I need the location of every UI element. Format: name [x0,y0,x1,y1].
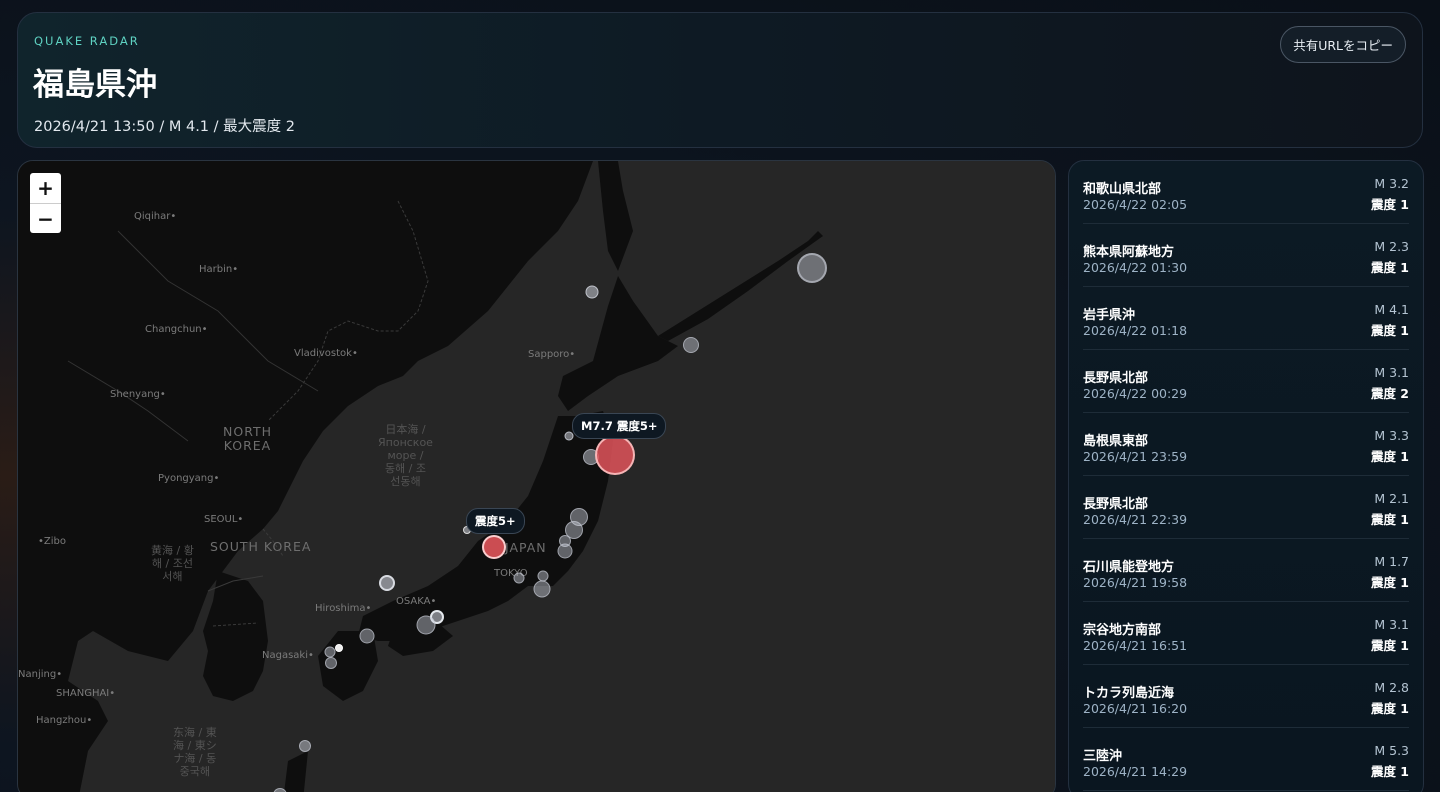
map-label-north-korea: NORTH KOREA [223,424,273,453]
quake-marker[interactable] [416,615,436,635]
map-label-nagasaki: Nagasaki• [262,650,314,661]
quake-marker-highlight[interactable] [482,535,506,559]
quake-magnitude: M 2.1 [1374,491,1409,506]
list-item[interactable]: 熊本県阿蘇地方 2026/4/22 01:30 M 2.3 震度 1 [1083,224,1409,287]
quake-magnitude: M 2.3 [1374,239,1409,254]
quake-marker[interactable] [564,431,574,441]
quake-magnitude: M 3.1 [1374,365,1409,380]
quake-time: 2026/4/21 19:58 [1083,575,1188,590]
map-label-shenyang: Shenyang• [110,389,166,400]
map-label-hiroshima: Hiroshima• [315,603,372,614]
page-title: 福島県沖 [33,67,157,103]
map-label-pyongyang: Pyongyang• [158,473,220,484]
quake-magnitude: M 3.1 [1374,617,1409,632]
quake-place: 石川県能登地方 [1083,560,1175,575]
map-label-seoul: SEOUL• [204,514,244,525]
map-label-sapporo: Sapporo• [528,349,576,360]
map-label-hangzhou: Hangzhou• [36,715,93,726]
quake-intensity: 震度 1 [1370,197,1409,212]
quake-marker[interactable] [359,628,375,644]
quake-tooltip-major: M7.7 震度5+ [572,413,667,439]
quake-place: 三陸沖 [1083,749,1123,764]
quake-intensity: 震度 2 [1370,386,1409,401]
quake-time: 2026/4/21 23:59 [1083,449,1188,464]
quake-place: 島根県東部 [1083,434,1149,449]
quake-time: 2026/4/21 16:20 [1083,701,1188,716]
quake-summary: 2026/4/21 13:50 / M 4.1 / 最大震度 2 [34,119,295,135]
quake-intensity: 震度 1 [1370,701,1409,716]
list-item[interactable]: 島根県東部 2026/4/21 23:59 M 3.3 震度 1 [1083,413,1409,476]
quake-place: 長野県北部 [1083,371,1149,386]
quake-intensity: 震度 1 [1370,512,1409,527]
quake-time: 2026/4/21 16:51 [1083,638,1188,653]
quake-intensity: 震度 1 [1370,638,1409,653]
quake-marker[interactable] [797,253,827,283]
quake-place: 長野県北部 [1083,497,1149,512]
map-label-harbin: Harbin• [199,264,239,275]
map-label-qiqihar: Qiqihar• [134,211,177,222]
quake-marker[interactable] [324,646,336,658]
quake-time: 2026/4/22 00:29 [1083,386,1188,401]
map-label-yellow-sea: 黄海 / 황 해 / 조선 서해 [151,544,194,583]
quake-place: トカラ列島近海 [1083,686,1175,701]
quake-time: 2026/4/21 22:39 [1083,512,1188,527]
map-label-changchun: Changchun• [145,324,208,335]
quake-place: 熊本県阿蘇地方 [1083,245,1175,260]
zoom-control: + − [30,173,61,233]
list-item[interactable]: 長野県北部 2026/4/22 00:29 M 3.1 震度 2 [1083,350,1409,413]
quake-marker[interactable] [379,575,395,591]
list-item[interactable]: 長野県北部 2026/4/21 22:39 M 2.1 震度 1 [1083,476,1409,539]
quake-intensity: 震度 1 [1370,764,1409,779]
quake-time: 2026/4/22 02:05 [1083,197,1188,212]
quake-marker-highlight[interactable] [595,435,635,475]
quake-magnitude: M 4.1 [1374,302,1409,317]
map-label-nanjing: Nanjing• [18,669,63,680]
header: QUAKE RADAR 福島県沖 2026/4/21 13:50 / M 4.1… [17,12,1423,148]
map-label-osaka: OSAKA• [396,596,437,607]
brand-label: QUAKE RADAR [34,34,140,48]
quake-magnitude: M 2.8 [1374,680,1409,695]
quake-place: 岩手県沖 [1083,308,1136,323]
quake-tooltip-central: 震度5+ [466,508,525,534]
quake-time: 2026/4/22 01:30 [1083,260,1188,275]
zoom-out-button[interactable]: − [30,203,61,233]
list-item[interactable]: 宗谷地方南部 2026/4/21 16:51 M 3.1 震度 1 [1083,602,1409,665]
quake-place: 宗谷地方南部 [1083,623,1162,638]
quake-marker[interactable] [325,657,337,669]
map-label-shanghai: SHANGHAI• [56,688,116,699]
map-label-south-korea: SOUTH KOREA [210,539,312,554]
list-item[interactable]: 岩手県沖 2026/4/22 01:18 M 4.1 震度 1 [1083,287,1409,350]
quake-magnitude: M 3.2 [1374,176,1409,191]
quake-marker[interactable] [513,572,525,584]
list-item[interactable]: 石川県能登地方 2026/4/21 19:58 M 1.7 震度 1 [1083,539,1409,602]
quake-marker[interactable] [683,337,699,353]
quake-intensity: 震度 1 [1370,260,1409,275]
map-label-japan: JAPAN [505,540,547,555]
map-label-vladivostok: Vladivostok• [294,348,358,359]
quake-magnitude: M 3.3 [1374,428,1409,443]
map-label-zibo: •Zibo [38,536,66,547]
list-item[interactable]: トカラ列島近海 2026/4/21 16:20 M 2.8 震度 1 [1083,665,1409,728]
quake-marker[interactable] [557,543,573,559]
map-label-east-china-sea: 东海 / 東 海 / 東シ ナ海 / 동 중국해 [173,726,217,778]
quake-intensity: 震度 1 [1370,323,1409,338]
quake-marker[interactable] [533,580,551,598]
quake-map[interactable]: + − Qiqihar• Harbin• Changchun• Vladivos… [17,160,1056,792]
quake-marker[interactable] [585,285,599,299]
quake-marker[interactable] [299,740,311,752]
quake-intensity: 震度 1 [1370,449,1409,464]
list-item[interactable]: 三陸沖 2026/4/21 14:29 M 5.3 震度 1 [1083,728,1409,791]
quake-time: 2026/4/21 14:29 [1083,764,1188,779]
quake-time: 2026/4/22 01:18 [1083,323,1188,338]
list-item[interactable]: 和歌山県北部 2026/4/22 02:05 M 3.2 震度 1 [1083,161,1409,224]
zoom-in-button[interactable]: + [30,173,61,203]
quake-magnitude: M 1.7 [1374,554,1409,569]
quake-marker[interactable] [335,644,343,652]
copy-share-url-button[interactable]: 共有URLをコピー [1280,26,1406,63]
quake-place: 和歌山県北部 [1083,182,1162,197]
quake-intensity: 震度 1 [1370,575,1409,590]
quake-list: 和歌山県北部 2026/4/22 02:05 M 3.2 震度 1 熊本県阿蘇地… [1068,160,1424,792]
quake-magnitude: M 5.3 [1374,743,1409,758]
map-label-sea-of-japan: 日本海 / Японское море / 동해 / 조 선동해 [378,423,433,488]
